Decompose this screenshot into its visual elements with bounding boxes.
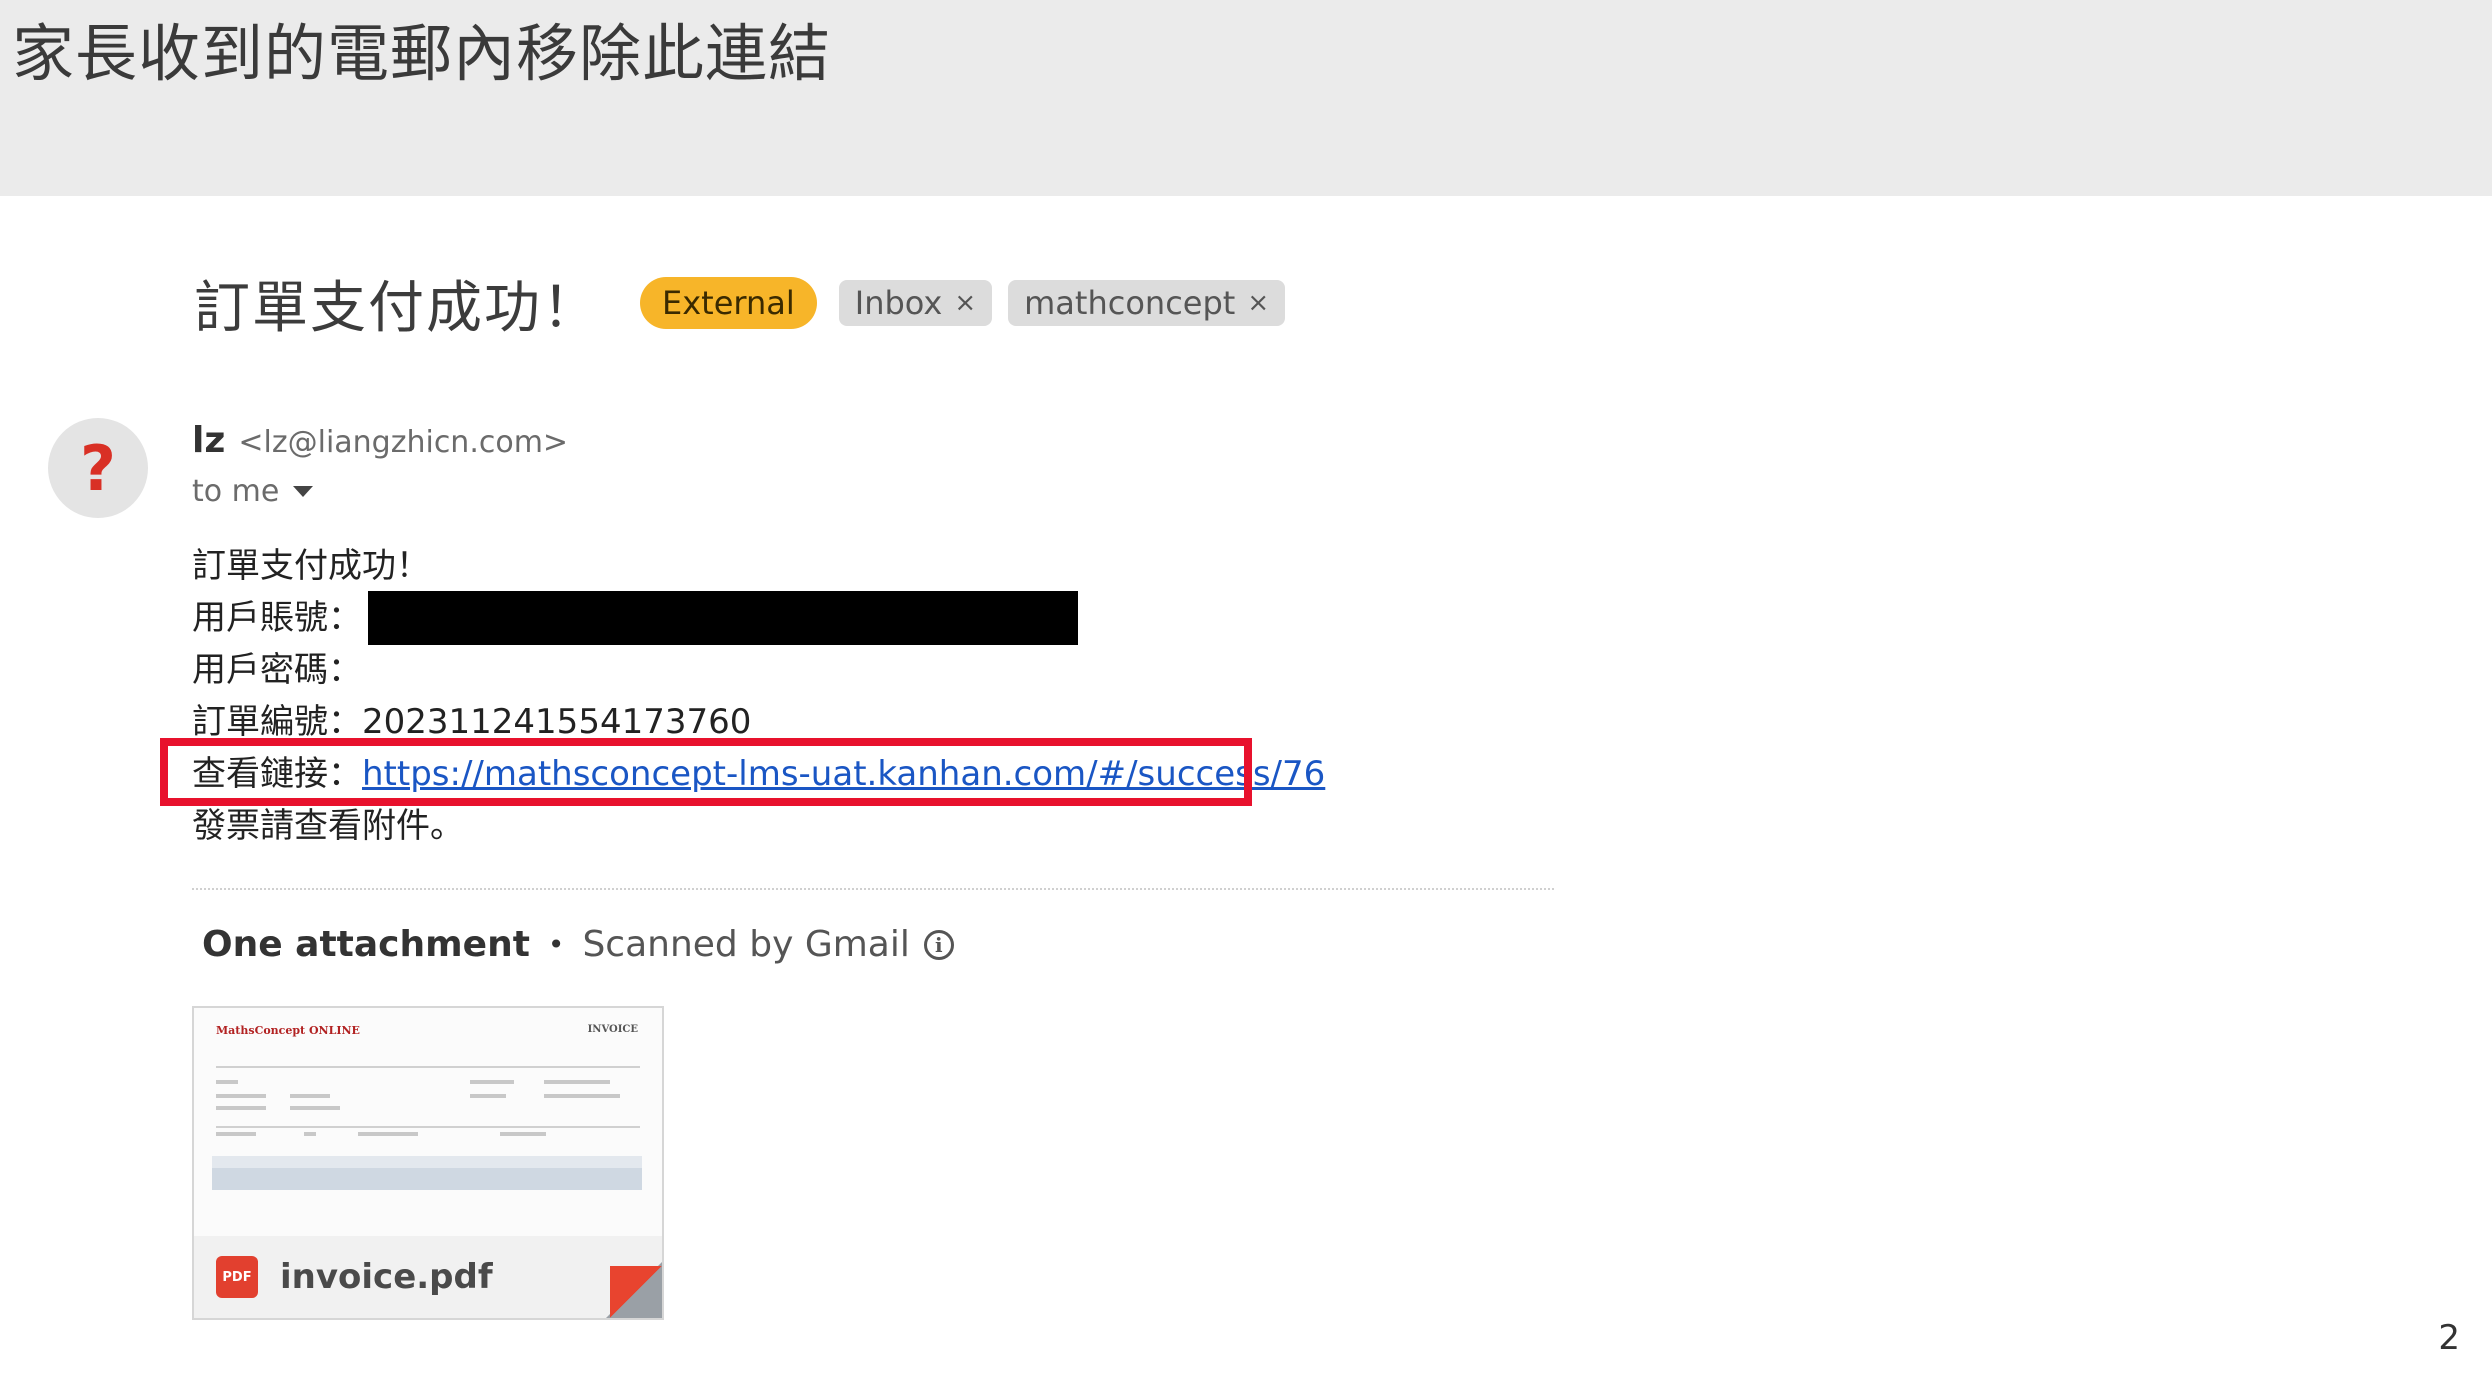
email-subject: 訂單支付成功！ [194, 275, 600, 341]
thumbnail-text-line [470, 1080, 514, 1084]
body-line-account: 用戶賬號： [192, 591, 1325, 645]
attachment-separator: • [547, 928, 565, 961]
attachment-count: One attachment [202, 924, 530, 965]
label-inbox[interactable]: Inbox × [838, 280, 993, 326]
remove-label-mathconcept-icon[interactable]: × [1247, 288, 1269, 318]
body-line-password: 用戶密碼： [192, 644, 1325, 696]
sender-name[interactable]: lz [192, 420, 225, 461]
thumbnail-text-line [470, 1094, 506, 1098]
attachment-card[interactable]: MathsConcept ONLINE INVOICE PDF invoice.… [192, 1006, 664, 1320]
file-bar[interactable]: PDF invoice.pdf [194, 1236, 662, 1318]
thumbnail-table-total [212, 1168, 642, 1190]
remove-label-inbox-icon[interactable]: × [954, 288, 976, 318]
slide-title: 家長收到的電郵內移除此連結 [12, 17, 832, 90]
thumbnail-text-line [216, 1094, 266, 1098]
attachments-header: One attachment • Scanned by Gmail i [202, 924, 954, 965]
scanned-label: Scanned by Gmail [582, 924, 910, 965]
label-mathconcept-text: mathconcept [1024, 284, 1236, 322]
info-icon[interactable]: i [923, 929, 954, 960]
thumbnail-rule [216, 1126, 640, 1128]
attachments-divider [192, 888, 1554, 890]
sender-avatar[interactable]: ? [48, 418, 148, 518]
page-fold-accent-icon [610, 1266, 662, 1318]
thumbnail-text-line [216, 1080, 238, 1084]
label-external-text: External [662, 284, 795, 322]
link-highlight-box [160, 738, 1252, 806]
thumbnail-text-line [304, 1132, 316, 1136]
thumbnail-text-line [544, 1094, 620, 1098]
success-text: 訂單支付成功！ [192, 546, 430, 586]
thumbnail-text-line [290, 1106, 340, 1110]
slide: 家長收到的電郵內移除此連結 訂單支付成功！ External Inbox × m… [0, 0, 2492, 1400]
thumbnail-text-line [358, 1132, 418, 1136]
sender-info: lz <lz@liangzhicn.com> [192, 420, 568, 461]
thumbnail-heading: INVOICE [587, 1024, 638, 1035]
subject-row: 訂單支付成功！ External Inbox × mathconcept × [194, 268, 1301, 341]
recipient-label: to me [192, 474, 280, 509]
invoice-note: 發票請查看附件。 [192, 806, 464, 846]
sender-email: <lz@liangzhicn.com> [238, 425, 569, 460]
file-name[interactable]: invoice.pdf [280, 1257, 493, 1297]
redacted-account-block [368, 591, 1078, 645]
thumbnail-text-line [500, 1132, 546, 1136]
pdf-file-icon: PDF [216, 1256, 258, 1298]
thumbnail-text-line [290, 1094, 330, 1098]
thumbnail-text-line [216, 1132, 256, 1136]
label-inbox-text: Inbox [854, 284, 943, 322]
thumbnail-rule [216, 1066, 640, 1068]
thumbnail-logo: MathsConcept ONLINE [216, 1024, 360, 1037]
pdf-thumbnail: MathsConcept ONLINE INVOICE [194, 1008, 662, 1236]
label-mathconcept[interactable]: mathconcept × [1008, 280, 1286, 326]
label-external[interactable]: External [640, 277, 817, 329]
body-line-invoice: 發票請查看附件。 [192, 800, 1325, 852]
account-label: 用戶賬號： [192, 598, 362, 638]
thumbnail-text-line [216, 1106, 266, 1110]
unknown-sender-icon: ? [80, 431, 116, 505]
recipient-toggle[interactable]: to me [192, 474, 314, 509]
body-line-success: 訂單支付成功！ [192, 540, 1325, 592]
thumbnail-text-line [544, 1080, 610, 1084]
page-number: 2 [2438, 1318, 2460, 1358]
password-label: 用戶密碼： [192, 650, 362, 690]
chevron-down-icon[interactable] [293, 486, 314, 497]
